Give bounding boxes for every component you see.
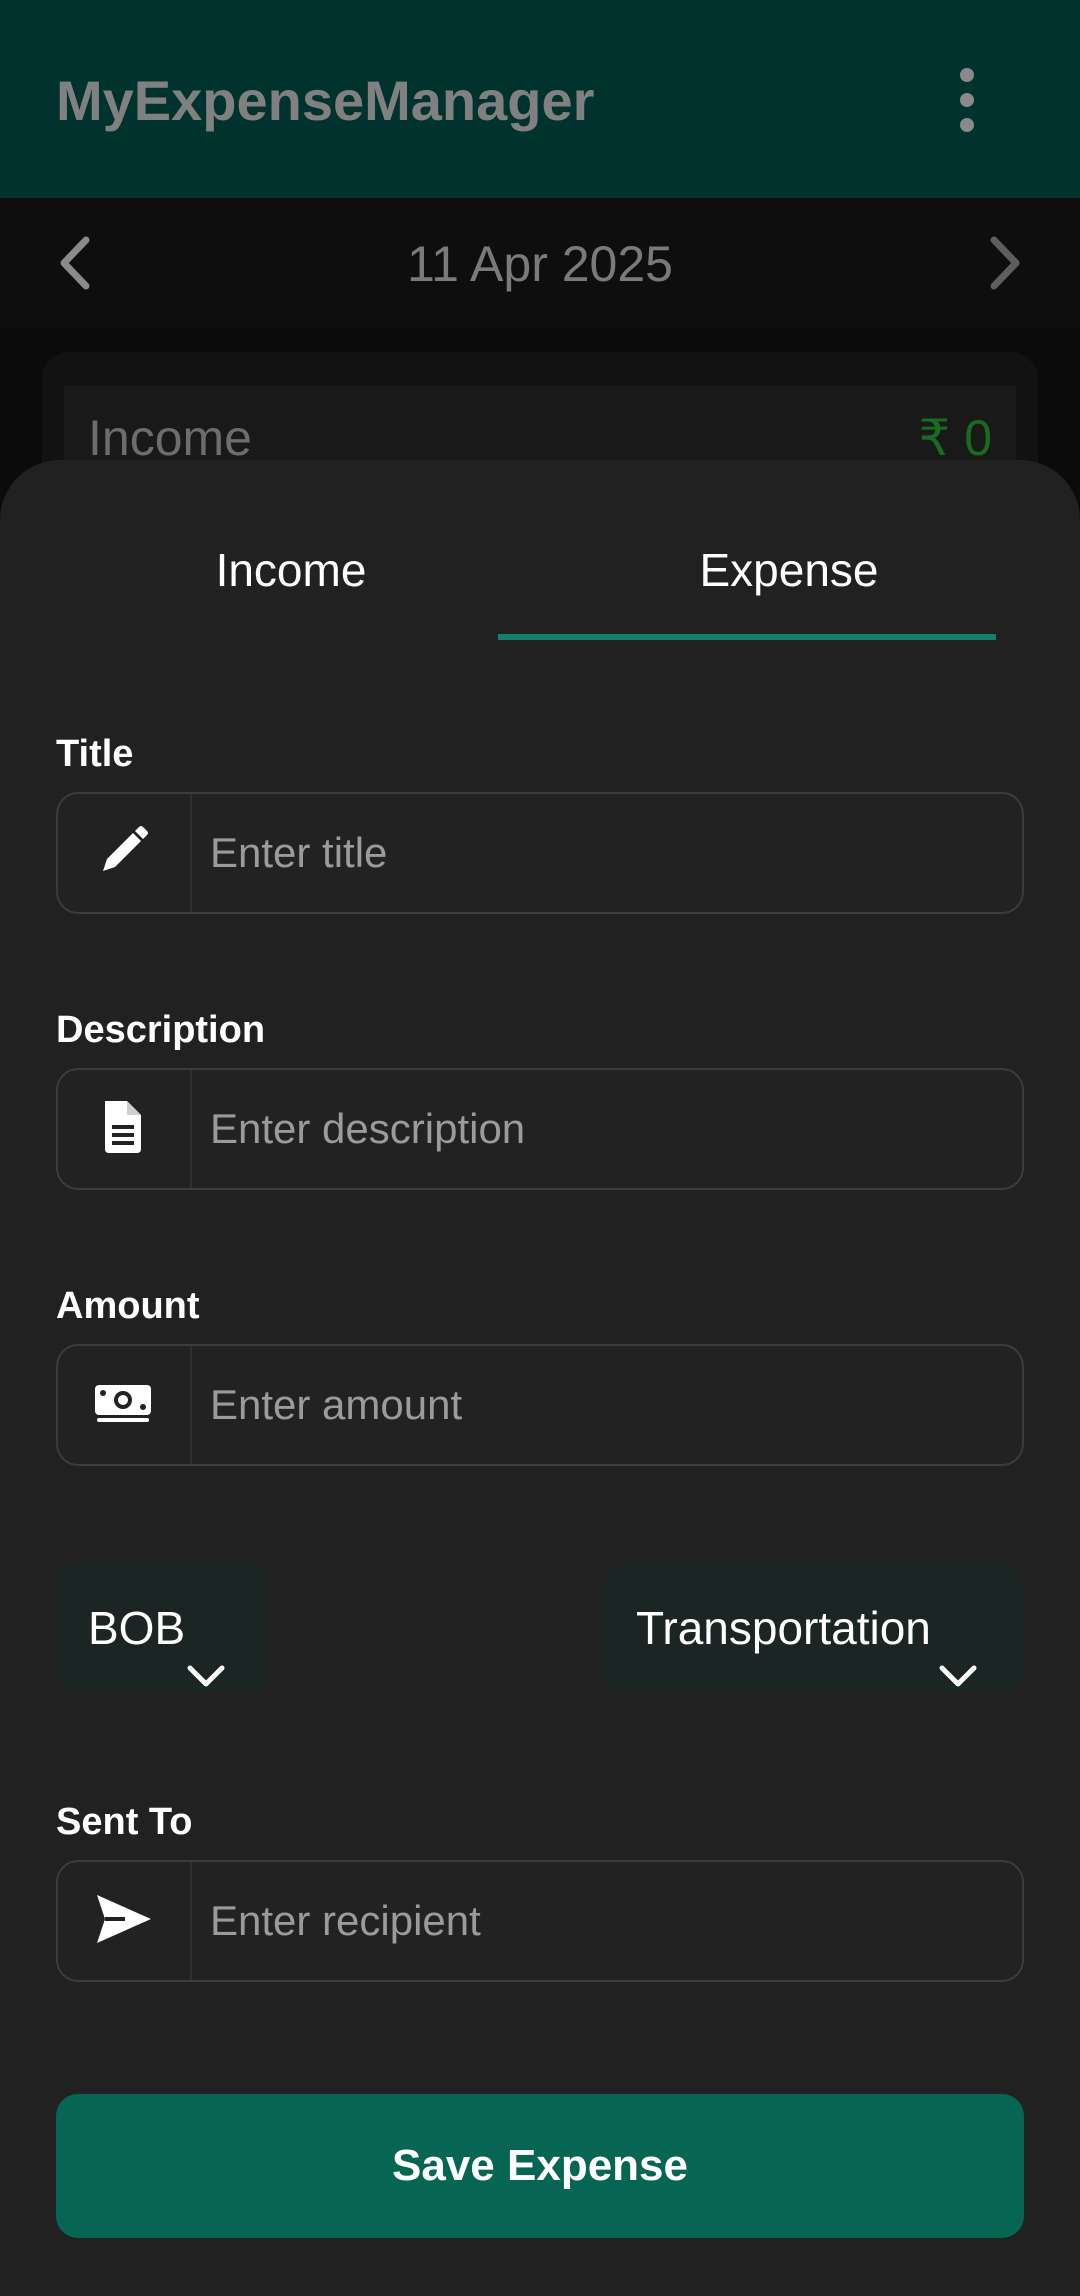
tab-income[interactable]: Income [42,500,540,640]
amount-field [56,1344,1024,1466]
amount-input[interactable] [208,1346,1008,1464]
description-input[interactable] [208,1070,1008,1188]
sent-to-label: Sent To [56,1801,193,1843]
more-vert-icon[interactable] [940,60,994,140]
add-transaction-sheet: Income Expense Title Description Amount [0,460,1080,2296]
send-icon [58,1862,192,1980]
category-dropdown-value: Transportation [636,1602,931,1654]
amount-label: Amount [56,1285,200,1327]
chevron-down-icon [186,1612,226,1687]
title-field [56,792,1024,914]
app-bar: MyExpenseManager [0,0,1080,198]
app-title: MyExpenseManager [56,69,595,132]
tab-indicator [498,634,996,640]
save-expense-button[interactable]: Save Expense [56,2094,1024,2238]
sent-to-field [56,1860,1024,1982]
date-navigator: 11 Apr 2025 [0,198,1080,328]
tab-expense[interactable]: Expense [540,500,1038,640]
description-field [56,1068,1024,1190]
title-label: Title [56,733,134,775]
current-date[interactable]: 11 Apr 2025 [0,232,1080,296]
money-bill-icon [58,1346,192,1464]
title-input[interactable] [208,794,1008,912]
category-dropdown[interactable]: Transportation [604,1564,1024,1692]
account-dropdown[interactable]: BOB [56,1564,268,1692]
document-icon [58,1070,192,1188]
pencil-icon [58,794,192,912]
chevron-right-icon[interactable] [974,228,1034,298]
sent-to-input[interactable] [208,1862,1008,1980]
chevron-down-icon [938,1612,978,1687]
account-dropdown-value: BOB [88,1602,186,1654]
type-tabs: Income Expense [42,500,1038,640]
description-label: Description [56,1009,266,1051]
